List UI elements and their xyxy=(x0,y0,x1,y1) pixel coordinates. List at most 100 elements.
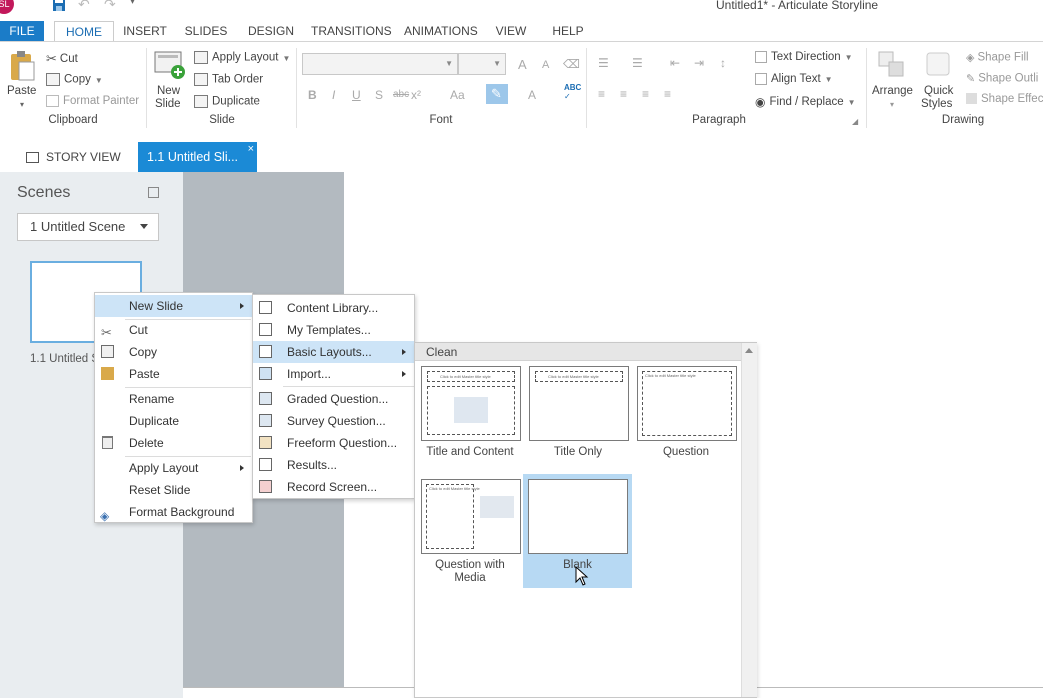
quick-styles-button[interactable]: Quick Styles xyxy=(920,50,960,110)
apply-layout-button[interactable]: Apply Layout ▼ xyxy=(194,51,290,64)
align-text-button[interactable]: Align Text ▼ xyxy=(755,73,833,85)
tab-help[interactable]: HELP xyxy=(552,21,584,41)
brush-icon xyxy=(46,95,59,107)
font-color-icon[interactable]: A xyxy=(528,88,536,102)
layout-label-line2: Media xyxy=(454,572,486,584)
arrange-button[interactable]: Arrange ▾ xyxy=(872,50,916,109)
subscript-icon[interactable]: x² xyxy=(411,88,421,102)
redo-icon[interactable]: ↷ xyxy=(104,0,116,13)
menu-item-freeform-question[interactable]: Freeform Question... xyxy=(253,432,414,454)
clipboard-group-label: Clipboard xyxy=(48,114,98,126)
font-size-dropdown[interactable]: ▼ xyxy=(458,53,506,75)
shape-fill-button[interactable]: ◈ Shape Fill xyxy=(966,51,1029,64)
shrink-font-icon[interactable]: A xyxy=(542,59,549,71)
align-right-icon[interactable]: ≡ xyxy=(642,87,649,101)
tab-view[interactable]: VIEW xyxy=(495,21,527,41)
apply-layout-label: Apply Layout xyxy=(212,51,279,64)
duplicate-button[interactable]: Duplicate xyxy=(194,95,260,108)
tab-story-view[interactable]: STORY VIEW xyxy=(18,145,129,169)
grow-font-icon[interactable]: A xyxy=(518,57,527,72)
layout-title-only[interactable]: Click to edit Master title style Title O… xyxy=(525,362,631,462)
menu-item-format-background[interactable]: ◈ Format Background xyxy=(95,501,252,523)
copy-button[interactable]: Copy ▼ xyxy=(46,73,103,86)
tab-slide[interactable]: 1.1 Untitled Sli... × xyxy=(138,142,257,172)
bold-icon[interactable]: B xyxy=(308,88,317,102)
save-icon[interactable] xyxy=(52,0,66,12)
shape-outline-label: Shape Outli xyxy=(978,72,1039,85)
format-painter-button[interactable]: Format Painter xyxy=(46,95,139,107)
tab-home[interactable]: HOME xyxy=(54,21,114,43)
customize-toolbar-icon[interactable]: ▾ xyxy=(130,0,135,7)
bullets-icon[interactable]: ☰ xyxy=(598,56,609,70)
question-placeholder: Click to edit Master title style xyxy=(426,484,480,549)
menu-item-new-slide[interactable]: New Slide xyxy=(95,295,252,317)
duplicate-icon xyxy=(194,95,208,108)
justify-icon[interactable]: ≡ xyxy=(664,87,671,101)
media-placeholder xyxy=(480,496,514,518)
undo-icon[interactable]: ↶ xyxy=(78,0,90,13)
spellcheck-icon[interactable]: ABC ✓ xyxy=(564,83,581,101)
paste-button[interactable]: Paste ▾ xyxy=(7,50,38,109)
tab-design[interactable]: DESIGN xyxy=(247,21,295,41)
tab-file[interactable]: FILE xyxy=(0,21,44,41)
cut-button[interactable]: ✂ Cut xyxy=(46,51,78,67)
menu-item-reset-slide[interactable]: Reset Slide xyxy=(95,479,252,501)
strikethrough-icon[interactable]: abc xyxy=(393,89,409,100)
text-direction-button[interactable]: Text Direction ▼ xyxy=(755,51,853,63)
highlight-color-button[interactable]: ✎ xyxy=(486,84,508,104)
tab-slides[interactable]: SLIDES xyxy=(183,21,229,41)
close-icon[interactable]: × xyxy=(248,134,254,164)
menu-item-apply-layout[interactable]: Apply Layout xyxy=(95,457,252,479)
align-left-icon[interactable]: ≡ xyxy=(598,87,605,101)
tab-transitions[interactable]: TRANSITIONS xyxy=(311,21,392,41)
menu-item-label: Delete xyxy=(129,436,164,450)
menu-item-my-templates[interactable]: My Templates... xyxy=(253,319,414,341)
underline-icon[interactable]: U xyxy=(352,88,361,102)
menu-item-import[interactable]: Import... xyxy=(253,363,414,385)
menu-item-label: Content Library... xyxy=(287,301,379,315)
copy-icon xyxy=(101,345,114,358)
menu-item-rename[interactable]: Rename xyxy=(95,388,252,410)
panel-pin-icon[interactable] xyxy=(148,187,159,198)
clear-format-icon[interactable]: ⌫ xyxy=(563,57,580,71)
menu-item-results[interactable]: Results... xyxy=(253,454,414,476)
text-shadow-icon[interactable]: S xyxy=(375,88,383,102)
align-center-icon[interactable]: ≡ xyxy=(620,87,627,101)
new-slide-button[interactable]: New Slide xyxy=(154,50,188,110)
menu-item-duplicate[interactable]: Duplicate xyxy=(95,410,252,432)
menu-item-cut[interactable]: ✂ Cut xyxy=(95,319,252,341)
shape-outline-button[interactable]: ✎ Shape Outli xyxy=(966,72,1038,85)
menu-item-survey-question[interactable]: Survey Question... xyxy=(253,410,414,432)
menu-item-label: Format Background xyxy=(129,505,235,519)
font-family-dropdown[interactable]: ▼ xyxy=(302,53,458,75)
menu-item-content-library[interactable]: Content Library... xyxy=(253,297,414,319)
menu-item-record-screen[interactable]: Record Screen... xyxy=(253,476,414,498)
menu-item-delete[interactable]: Delete xyxy=(95,432,252,454)
gallery-scrollbar[interactable] xyxy=(741,343,757,697)
italic-icon[interactable]: I xyxy=(332,88,335,102)
scissors-icon: ✂ xyxy=(101,325,112,340)
shape-effects-button[interactable]: Shape Effec xyxy=(966,93,1043,105)
freeform-question-icon xyxy=(259,436,272,449)
tab-insert[interactable]: INSERT xyxy=(122,21,168,41)
decrease-indent-icon[interactable]: ⇤ xyxy=(670,56,680,70)
paste-icon xyxy=(11,51,35,81)
menu-item-paste[interactable]: Paste xyxy=(95,363,252,385)
menu-item-graded-question[interactable]: Graded Question... xyxy=(253,388,414,410)
layout-title-and-content[interactable]: Click to edit Master title style Title a… xyxy=(417,362,523,462)
shape-effects-label: Shape Effec xyxy=(981,93,1043,105)
dialog-launcher-icon[interactable]: ◢ xyxy=(852,117,858,126)
layout-question-with-media[interactable]: Click to edit Master title style Questio… xyxy=(417,475,523,589)
change-case-icon[interactable]: Aa xyxy=(450,88,465,102)
scroll-up-icon[interactable] xyxy=(745,348,753,353)
layout-question[interactable]: Click to edit Master title style Questio… xyxy=(633,362,739,462)
line-spacing-icon[interactable]: ↕ xyxy=(720,56,726,70)
tab-order-button[interactable]: Tab Order xyxy=(194,73,263,86)
find-replace-button[interactable]: ◉ Find / Replace ▼ xyxy=(755,95,856,109)
tab-animations[interactable]: ANIMATIONS xyxy=(404,21,478,41)
numbering-icon[interactable]: ☰ xyxy=(632,56,643,70)
increase-indent-icon[interactable]: ⇥ xyxy=(694,56,704,70)
menu-item-copy[interactable]: Copy xyxy=(95,341,252,363)
scene-dropdown[interactable]: 1 Untitled Scene xyxy=(17,213,159,241)
menu-item-basic-layouts[interactable]: Basic Layouts... xyxy=(253,341,414,363)
